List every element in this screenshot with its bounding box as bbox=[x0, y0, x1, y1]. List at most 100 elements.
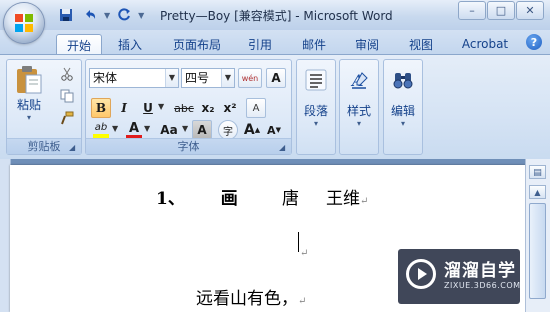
scroll-thumb[interactable] bbox=[529, 203, 546, 299]
character-shading-button[interactable]: A bbox=[192, 120, 212, 140]
undo-icon[interactable] bbox=[80, 5, 100, 25]
ruler-toggle-icon[interactable]: ▤ bbox=[529, 165, 546, 179]
tab-insert[interactable]: 插入 bbox=[108, 34, 152, 54]
doc-line-1-title: 画 bbox=[220, 189, 238, 209]
shrink-font-button[interactable]: A ▼ bbox=[264, 120, 284, 140]
font-color-dropdown-icon[interactable]: ▼ bbox=[144, 124, 150, 133]
clear-formatting-button[interactable]: A bbox=[246, 98, 266, 118]
quick-access-toolbar: ▼ ▼ bbox=[56, 5, 144, 25]
window-title: Pretty—Boy [兼容模式] - Microsoft Word bbox=[160, 9, 393, 23]
save-icon[interactable] bbox=[56, 5, 76, 25]
clear-formatting-label: A bbox=[252, 102, 260, 114]
italic-button[interactable]: I bbox=[114, 98, 134, 118]
underline-button[interactable]: U bbox=[138, 98, 158, 118]
doc-line-1-author: 王维↵ bbox=[326, 184, 368, 209]
copy-icon[interactable] bbox=[57, 86, 77, 106]
chevron-down-icon[interactable]: ▼ bbox=[221, 69, 234, 87]
tab-mailings[interactable]: 邮件 bbox=[294, 34, 334, 54]
minimize-button[interactable]: – bbox=[458, 1, 486, 20]
redo-icon[interactable] bbox=[114, 5, 134, 25]
change-case-label: Aa bbox=[160, 123, 178, 137]
tab-acrobat[interactable]: Acrobat bbox=[455, 34, 515, 54]
paste-dropdown-icon: ▾ bbox=[26, 113, 31, 122]
highlight-dropdown-icon[interactable]: ▼ bbox=[112, 124, 118, 133]
font-name-value: 宋体 bbox=[93, 71, 118, 85]
paragraph-group[interactable]: 段落 ▾ bbox=[296, 59, 336, 155]
maximize-button[interactable]: □ bbox=[487, 1, 515, 20]
grow-font-label: A bbox=[243, 122, 255, 138]
superscript-label: x² bbox=[223, 101, 237, 115]
enclose-characters-button[interactable]: 字 bbox=[218, 120, 238, 140]
font-launcher-icon[interactable]: ◢ bbox=[279, 143, 288, 152]
doc-line-3: 远看山有色，↵ bbox=[196, 284, 306, 309]
chevron-down-icon[interactable]: ▼ bbox=[165, 69, 178, 87]
highlight-label: ab bbox=[94, 122, 108, 133]
text-cursor bbox=[298, 232, 299, 252]
customize-toolbar-icon[interactable]: ▼ bbox=[138, 11, 144, 20]
watermark-url: ZIXUE.3D66.COM bbox=[444, 281, 521, 290]
bold-label: B bbox=[95, 101, 107, 115]
paste-button[interactable]: 粘贴 ▾ bbox=[11, 64, 47, 122]
doc-line-1-number: 1、 bbox=[156, 189, 185, 209]
scroll-up-button[interactable]: ▲ bbox=[529, 185, 546, 199]
char-border-label: A bbox=[271, 71, 281, 85]
grow-font-button[interactable]: A ▲ bbox=[242, 120, 262, 140]
shrink-font-label: A bbox=[267, 123, 276, 137]
phonetic-guide-label: wén bbox=[241, 73, 259, 83]
close-button[interactable]: ✕ bbox=[516, 1, 544, 20]
editing-button[interactable]: 编辑 ▾ bbox=[386, 64, 420, 128]
clipboard-group: 粘贴 ▾ 剪贴板 ◢ bbox=[6, 59, 82, 155]
format-painter-icon[interactable] bbox=[57, 108, 77, 128]
paragraph-button[interactable]: 段落 ▾ bbox=[299, 64, 333, 128]
editing-label: 编辑 bbox=[390, 104, 415, 118]
doc-line-2: ↵ bbox=[300, 241, 308, 260]
styles-dropdown-icon: ▾ bbox=[356, 119, 361, 128]
enclose-characters-label: 字 bbox=[223, 126, 233, 138]
vertical-scrollbar[interactable]: ▤ ▲ bbox=[525, 159, 550, 312]
styles-button[interactable]: A 样式 ▾ bbox=[342, 64, 376, 128]
editing-dropdown-icon: ▾ bbox=[400, 119, 405, 128]
help-icon[interactable]: ? bbox=[526, 34, 542, 50]
font-name-combo[interactable]: 宋体 ▼ bbox=[89, 68, 179, 88]
styles-label: 样式 bbox=[346, 104, 371, 118]
doc-line-3-text: 远看山有色， bbox=[196, 289, 298, 309]
office-button[interactable] bbox=[4, 3, 44, 43]
tab-view[interactable]: 视图 bbox=[401, 34, 441, 54]
tab-references[interactable]: 引用 bbox=[240, 34, 280, 54]
strikethrough-label: abc bbox=[174, 101, 194, 115]
paste-label: 粘贴 bbox=[16, 98, 41, 112]
phonetic-guide-button[interactable]: wén bbox=[238, 68, 262, 88]
change-case-button[interactable]: Aa bbox=[156, 120, 182, 140]
tab-home[interactable]: 开始 bbox=[56, 34, 102, 55]
font-color-button[interactable]: A bbox=[124, 120, 144, 140]
font-group-label: 字体 bbox=[86, 138, 291, 154]
tab-page-layout[interactable]: 页面布局 bbox=[166, 34, 228, 54]
ribbon-tabs: 开始 插入 页面布局 引用 邮件 审阅 视图 Acrobat bbox=[0, 30, 550, 55]
subscript-label: x₂ bbox=[201, 101, 215, 115]
italic-label: I bbox=[121, 101, 127, 115]
office-logo-icon bbox=[15, 14, 33, 32]
underline-label: U bbox=[143, 101, 153, 115]
clipboard-launcher-icon[interactable]: ◢ bbox=[69, 143, 78, 152]
char-border-button[interactable]: A bbox=[266, 68, 286, 88]
subscript-button[interactable]: x₂ bbox=[198, 98, 218, 118]
superscript-button[interactable]: x² bbox=[220, 98, 240, 118]
binoculars-icon bbox=[387, 64, 419, 96]
cut-icon[interactable] bbox=[57, 64, 77, 84]
font-group: 宋体 ▼ 四号 ▼ wén A B I U ▼ abc x₂ x² A ab ▼… bbox=[85, 59, 292, 155]
title-bar: ▼ ▼ Pretty—Boy [兼容模式] - Microsoft Word –… bbox=[0, 0, 550, 31]
play-logo-icon bbox=[406, 259, 436, 289]
highlight-button[interactable]: ab bbox=[90, 120, 112, 140]
ribbon: 粘贴 ▾ 剪贴板 ◢ 宋体 ▼ 四号 ▼ wén A B I U ▼ abc x… bbox=[0, 54, 550, 160]
underline-dropdown-icon[interactable]: ▼ bbox=[158, 102, 164, 111]
editing-group[interactable]: 编辑 ▾ bbox=[383, 59, 423, 155]
strikethrough-button[interactable]: abc bbox=[172, 98, 196, 118]
styles-group[interactable]: A 样式 ▾ bbox=[339, 59, 379, 155]
font-size-combo[interactable]: 四号 ▼ bbox=[181, 68, 235, 88]
paragraph-mark: ↵ bbox=[360, 196, 369, 207]
bold-button[interactable]: B bbox=[91, 98, 111, 118]
undo-dropdown-icon[interactable]: ▼ bbox=[104, 11, 110, 20]
change-case-dropdown-icon[interactable]: ▼ bbox=[182, 124, 188, 133]
font-color-label: A bbox=[128, 120, 140, 136]
tab-review[interactable]: 审阅 bbox=[347, 34, 387, 54]
